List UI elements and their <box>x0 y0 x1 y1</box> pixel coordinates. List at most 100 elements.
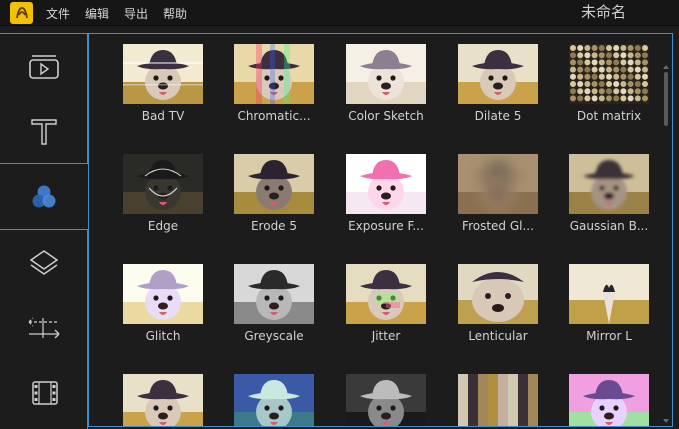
text-icon <box>31 119 57 145</box>
filter-preview-image <box>123 264 203 324</box>
filter-thumbnail[interactable] <box>458 374 538 426</box>
sidebar-group-bottom <box>0 229 88 429</box>
filter-preview-image <box>458 374 538 426</box>
filter-preview-image <box>346 154 426 214</box>
sidebar <box>0 33 89 429</box>
filter-label: Frosted Gl... <box>462 219 534 233</box>
filter-thumbnail[interactable] <box>346 154 426 214</box>
filter-tile[interactable] <box>341 374 431 426</box>
filter-thumbnail[interactable] <box>569 264 649 324</box>
filter-preview-image <box>234 154 314 214</box>
filter-tile[interactable]: Color Sketch <box>341 44 431 123</box>
filter-thumbnail[interactable] <box>458 264 538 324</box>
filter-tile[interactable]: Bad TV <box>118 44 208 123</box>
filter-tile[interactable]: Edge <box>118 154 208 233</box>
filter-thumbnail[interactable] <box>569 44 649 104</box>
filter-thumbnail[interactable] <box>123 374 203 426</box>
sidebar-item-elements[interactable] <box>31 380 59 410</box>
filter-preview-image <box>346 44 426 104</box>
sidebar-item-text[interactable] <box>30 116 58 150</box>
filter-thumbnail[interactable] <box>569 374 649 426</box>
filter-thumbnail[interactable] <box>346 264 426 324</box>
filter-tile[interactable]: Mirror L <box>564 264 654 343</box>
filter-thumbnail[interactable] <box>458 44 538 104</box>
filter-tile[interactable] <box>453 374 543 426</box>
filter-label: Chromatic... <box>237 109 311 123</box>
filter-label: Erode 5 <box>250 219 298 233</box>
filter-preview-image <box>458 154 538 214</box>
filter-tile[interactable]: Glitch <box>118 264 208 343</box>
filter-label: Glitch <box>145 329 181 343</box>
film-icon <box>32 381 58 405</box>
menu-help[interactable]: 帮助 <box>163 5 187 22</box>
filter-tile[interactable]: Jitter <box>341 264 431 343</box>
filter-thumbnail[interactable] <box>346 44 426 104</box>
scroll-down-icon[interactable] <box>663 418 669 424</box>
title-bar: 文件 编辑 导出 帮助 未命名 <box>0 0 679 26</box>
filter-tile[interactable]: Dilate 5 <box>453 44 543 123</box>
filter-preview-image <box>123 154 203 214</box>
filter-thumbnail[interactable] <box>123 154 203 214</box>
filter-thumbnail[interactable] <box>346 374 426 426</box>
filter-thumbnail[interactable] <box>123 264 203 324</box>
filter-tile[interactable]: Gaussian B... <box>564 154 654 233</box>
filter-label: Dot matrix <box>576 109 642 123</box>
filter-thumbnail[interactable] <box>458 154 538 214</box>
filter-label: Greyscale <box>244 329 304 343</box>
document-title: 未命名 <box>580 3 626 21</box>
sidebar-item-media[interactable] <box>28 54 60 84</box>
filter-tile[interactable]: Dot matrix <box>564 44 654 123</box>
menu-file[interactable]: 文件 <box>46 5 70 22</box>
menu-edit[interactable]: 编辑 <box>85 5 109 22</box>
filter-label: Jitter <box>371 329 401 343</box>
scroll-up-icon[interactable] <box>663 64 669 70</box>
filter-preview-image <box>569 264 649 324</box>
app-logo-icon <box>15 7 28 19</box>
filter-tile[interactable] <box>564 374 654 426</box>
menu-export[interactable]: 导出 <box>124 5 148 22</box>
filter-preview-image <box>569 154 649 214</box>
filter-tile[interactable] <box>229 374 319 426</box>
filter-preview-image <box>346 264 426 324</box>
sidebar-item-filters[interactable] <box>0 164 88 229</box>
menu-bar: 文件 编辑 导出 帮助 <box>46 0 202 26</box>
filter-preview-image <box>569 44 649 104</box>
filter-preview-image <box>569 374 649 426</box>
filter-tile[interactable] <box>118 374 208 426</box>
filter-preview-image <box>346 374 426 426</box>
filter-tile[interactable]: Greyscale <box>229 264 319 343</box>
filter-thumbnail[interactable] <box>234 264 314 324</box>
filter-thumbnail[interactable] <box>234 44 314 104</box>
video-icon <box>29 55 59 79</box>
filters-panel: Bad TV Chromatic... Color Sketch Dilate … <box>88 33 673 427</box>
scrollbar[interactable] <box>663 64 669 424</box>
filter-preview-image <box>234 374 314 426</box>
filter-preview-image <box>234 44 314 104</box>
filter-label: Color Sketch <box>348 109 424 123</box>
filter-tile[interactable]: Exposure F... <box>341 154 431 233</box>
filter-thumbnail[interactable] <box>234 154 314 214</box>
filter-tile[interactable]: Chromatic... <box>229 44 319 123</box>
sidebar-item-overlays[interactable] <box>29 248 59 282</box>
transition-icon <box>28 317 60 339</box>
filter-label: Exposure F... <box>348 219 424 233</box>
filter-preview-image <box>123 374 203 426</box>
filter-tile[interactable]: Lenticular <box>453 264 543 343</box>
filter-tile[interactable]: Erode 5 <box>229 154 319 233</box>
filter-thumbnail[interactable] <box>123 44 203 104</box>
filter-label: Gaussian B... <box>569 219 649 233</box>
sidebar-item-transitions[interactable] <box>27 316 61 344</box>
filter-label: Edge <box>147 219 179 233</box>
filter-label: Bad TV <box>141 109 185 123</box>
filter-label: Lenticular <box>468 329 528 343</box>
filter-preview-image <box>458 44 538 104</box>
filter-tile[interactable]: Frosted Gl... <box>453 154 543 233</box>
filter-preview-image <box>123 44 203 104</box>
filter-preview-image <box>458 264 538 324</box>
sidebar-group-top <box>0 33 88 164</box>
filter-thumbnail[interactable] <box>569 154 649 214</box>
layers-icon <box>29 250 59 275</box>
scrollbar-thumb[interactable] <box>664 72 668 126</box>
filter-thumbnail[interactable] <box>234 374 314 426</box>
filters-icon <box>32 185 56 207</box>
